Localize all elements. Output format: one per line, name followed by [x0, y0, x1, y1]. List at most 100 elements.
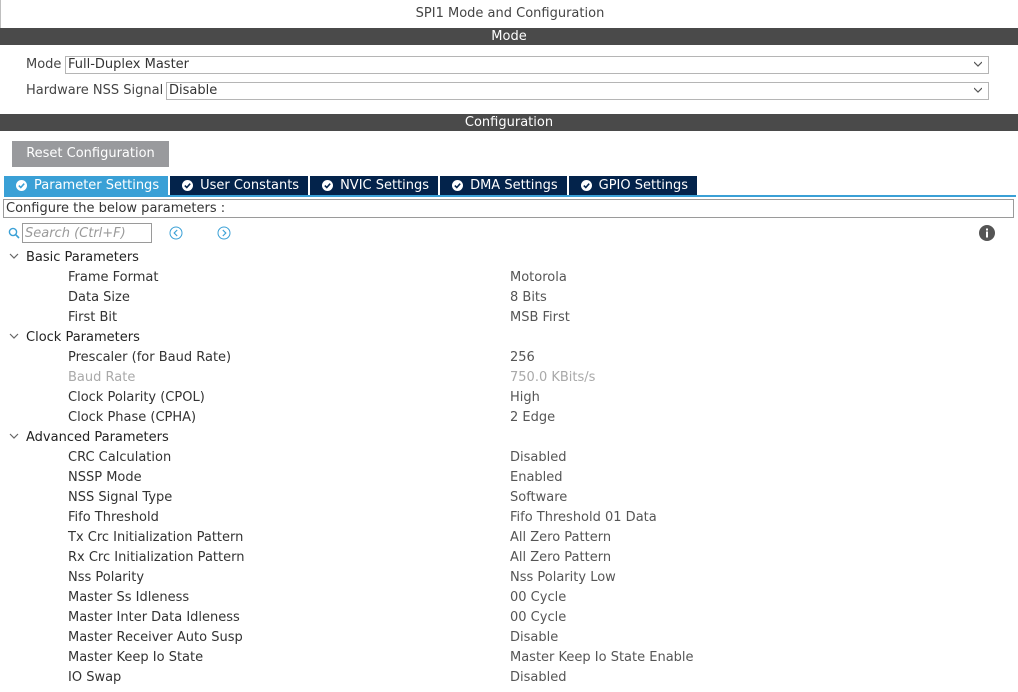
param-row-nssp-mode[interactable]: NSSP Mode Enabled	[0, 467, 1018, 487]
arrow-left-circle-icon[interactable]	[169, 226, 183, 240]
check-circle-icon	[182, 180, 194, 191]
param-name: CRC Calculation	[68, 450, 172, 465]
param-value[interactable]: Fifo Threshold 01 Data	[510, 510, 657, 525]
param-name: NSS Signal Type	[68, 490, 173, 505]
param-value[interactable]: Disabled	[510, 450, 566, 465]
param-row-master-ss-idleness[interactable]: Master Ss Idleness 00 Cycle	[0, 587, 1018, 607]
param-row-tx-crc-pattern[interactable]: Tx Crc Initialization Pattern All Zero Pa…	[0, 527, 1018, 547]
param-name: Data Size	[68, 290, 130, 305]
param-value[interactable]: MSB First	[510, 310, 570, 325]
check-circle-icon	[322, 180, 334, 191]
group-label: Basic Parameters	[26, 250, 139, 265]
tab-label: GPIO Settings	[598, 178, 689, 193]
tab-label: Parameter Settings	[34, 178, 160, 193]
param-row-data-size[interactable]: Data Size 8 Bits	[0, 287, 1018, 307]
param-row-first-bit[interactable]: First Bit MSB First	[0, 307, 1018, 327]
parameter-tree: Basic Parameters Frame Format Motorola Da…	[0, 247, 1018, 687]
group-advanced-parameters[interactable]: Advanced Parameters	[0, 427, 1018, 447]
param-name: Fifo Threshold	[68, 510, 159, 525]
param-name: Clock Phase (CPHA)	[68, 410, 197, 425]
configuration-section-header: Configuration	[0, 114, 1018, 131]
mode-section-header: Mode	[0, 28, 1018, 45]
chevron-down-icon	[9, 253, 19, 259]
search-input[interactable]	[22, 223, 152, 243]
param-value[interactable]: Software	[510, 490, 567, 505]
param-value[interactable]: High	[510, 390, 540, 405]
param-row-nss-polarity[interactable]: Nss Polarity Nss Polarity Low	[0, 567, 1018, 587]
check-circle-icon	[452, 180, 464, 191]
param-value[interactable]: Enabled	[510, 470, 563, 485]
chevron-down-icon	[9, 333, 19, 339]
arrow-right-circle-icon[interactable]	[217, 226, 231, 240]
param-row-master-inter-data-idleness[interactable]: Master Inter Data Idleness 00 Cycle	[0, 607, 1018, 627]
nss-label: Hardware NSS Signal	[26, 83, 164, 98]
param-row-clock-polarity[interactable]: Clock Polarity (CPOL) High	[0, 387, 1018, 407]
param-name: Frame Format	[68, 270, 159, 285]
param-value[interactable]: All Zero Pattern	[510, 550, 611, 565]
param-row-clock-phase[interactable]: Clock Phase (CPHA) 2 Edge	[0, 407, 1018, 427]
param-row-crc-calculation[interactable]: CRC Calculation Disabled	[0, 447, 1018, 467]
param-name: NSSP Mode	[68, 470, 142, 485]
param-row-baud-rate: Baud Rate 750.0 KBits/s	[0, 367, 1018, 387]
param-value[interactable]: Motorola	[510, 270, 567, 285]
tab-dma-settings[interactable]: DMA Settings	[440, 176, 567, 195]
param-value[interactable]: 00 Cycle	[510, 590, 566, 605]
reset-configuration-button[interactable]: Reset Configuration	[12, 141, 169, 167]
param-value[interactable]: Master Keep Io State Enable	[510, 650, 694, 665]
tab-gpio-settings[interactable]: GPIO Settings	[568, 176, 698, 195]
param-value[interactable]: Nss Polarity Low	[510, 570, 616, 585]
tab-label: DMA Settings	[470, 178, 558, 193]
nss-select-value: Disable	[169, 83, 218, 98]
tab-user-constants[interactable]: User Constants	[170, 176, 309, 195]
info-icon[interactable]	[979, 225, 995, 241]
param-value[interactable]: Disable	[510, 630, 558, 645]
param-row-prescaler[interactable]: Prescaler (for Baud Rate) 256	[0, 347, 1018, 367]
chevron-down-icon	[974, 61, 982, 67]
param-name: IO Swap	[68, 670, 122, 685]
mode-label: Mode	[26, 57, 62, 72]
tab-underline	[4, 195, 1016, 197]
check-circle-icon	[16, 180, 27, 191]
tab-label: User Constants	[200, 178, 300, 193]
param-value[interactable]: 00 Cycle	[510, 610, 566, 625]
nss-select[interactable]: Disable	[166, 82, 989, 100]
param-row-io-swap[interactable]: IO Swap Disabled	[0, 667, 1018, 687]
tab-parameter-settings[interactable]: Parameter Settings	[4, 176, 169, 195]
param-name: Clock Polarity (CPOL)	[68, 390, 205, 405]
param-name: Tx Crc Initialization Pattern	[68, 530, 244, 545]
param-name: Master Keep Io State	[68, 650, 204, 665]
param-name: Nss Polarity	[68, 570, 145, 585]
parameters-description: Configure the below parameters :	[3, 199, 1014, 218]
param-row-frame-format[interactable]: Frame Format Motorola	[0, 267, 1018, 287]
param-name: Prescaler (for Baud Rate)	[68, 350, 232, 365]
param-row-nss-signal-type[interactable]: NSS Signal Type Software	[0, 487, 1018, 507]
param-name: Rx Crc Initialization Pattern	[68, 550, 245, 565]
tab-nvic-settings[interactable]: NVIC Settings	[310, 176, 439, 195]
param-row-master-keep-io-state[interactable]: Master Keep Io State Master Keep Io State…	[0, 647, 1018, 667]
check-circle-icon	[580, 180, 592, 191]
chevron-down-icon	[9, 433, 19, 439]
param-row-rx-crc-pattern[interactable]: Rx Crc Initialization Pattern All Zero Pa…	[0, 547, 1018, 567]
param-value[interactable]: 8 Bits	[510, 290, 547, 305]
param-name: First Bit	[68, 310, 118, 325]
param-row-fifo-threshold[interactable]: Fifo Threshold Fifo Threshold 01 Data	[0, 507, 1018, 527]
param-name: Master Ss Idleness	[68, 590, 190, 605]
param-value[interactable]: 2 Edge	[510, 410, 555, 425]
param-name: Master Receiver Auto Susp	[68, 630, 243, 645]
group-label: Clock Parameters	[26, 330, 140, 345]
group-basic-parameters[interactable]: Basic Parameters	[0, 247, 1018, 267]
group-label: Advanced Parameters	[26, 430, 169, 445]
chevron-down-icon	[974, 87, 982, 93]
param-value[interactable]: Disabled	[510, 670, 566, 685]
group-clock-parameters[interactable]: Clock Parameters	[0, 327, 1018, 347]
param-name: Master Inter Data Idleness	[68, 610, 240, 625]
tab-label: NVIC Settings	[340, 178, 430, 193]
search-icon	[8, 227, 20, 239]
config-tabs: Parameter Settings User Constants NVIC S…	[4, 176, 699, 195]
param-name: Baud Rate	[68, 370, 136, 385]
mode-select[interactable]: Full-Duplex Master	[65, 56, 989, 74]
param-row-master-receiver-auto-susp[interactable]: Master Receiver Auto Susp Disable	[0, 627, 1018, 647]
param-value: 750.0 KBits/s	[510, 370, 596, 385]
param-value[interactable]: All Zero Pattern	[510, 530, 611, 545]
param-value[interactable]: 256	[510, 350, 535, 365]
